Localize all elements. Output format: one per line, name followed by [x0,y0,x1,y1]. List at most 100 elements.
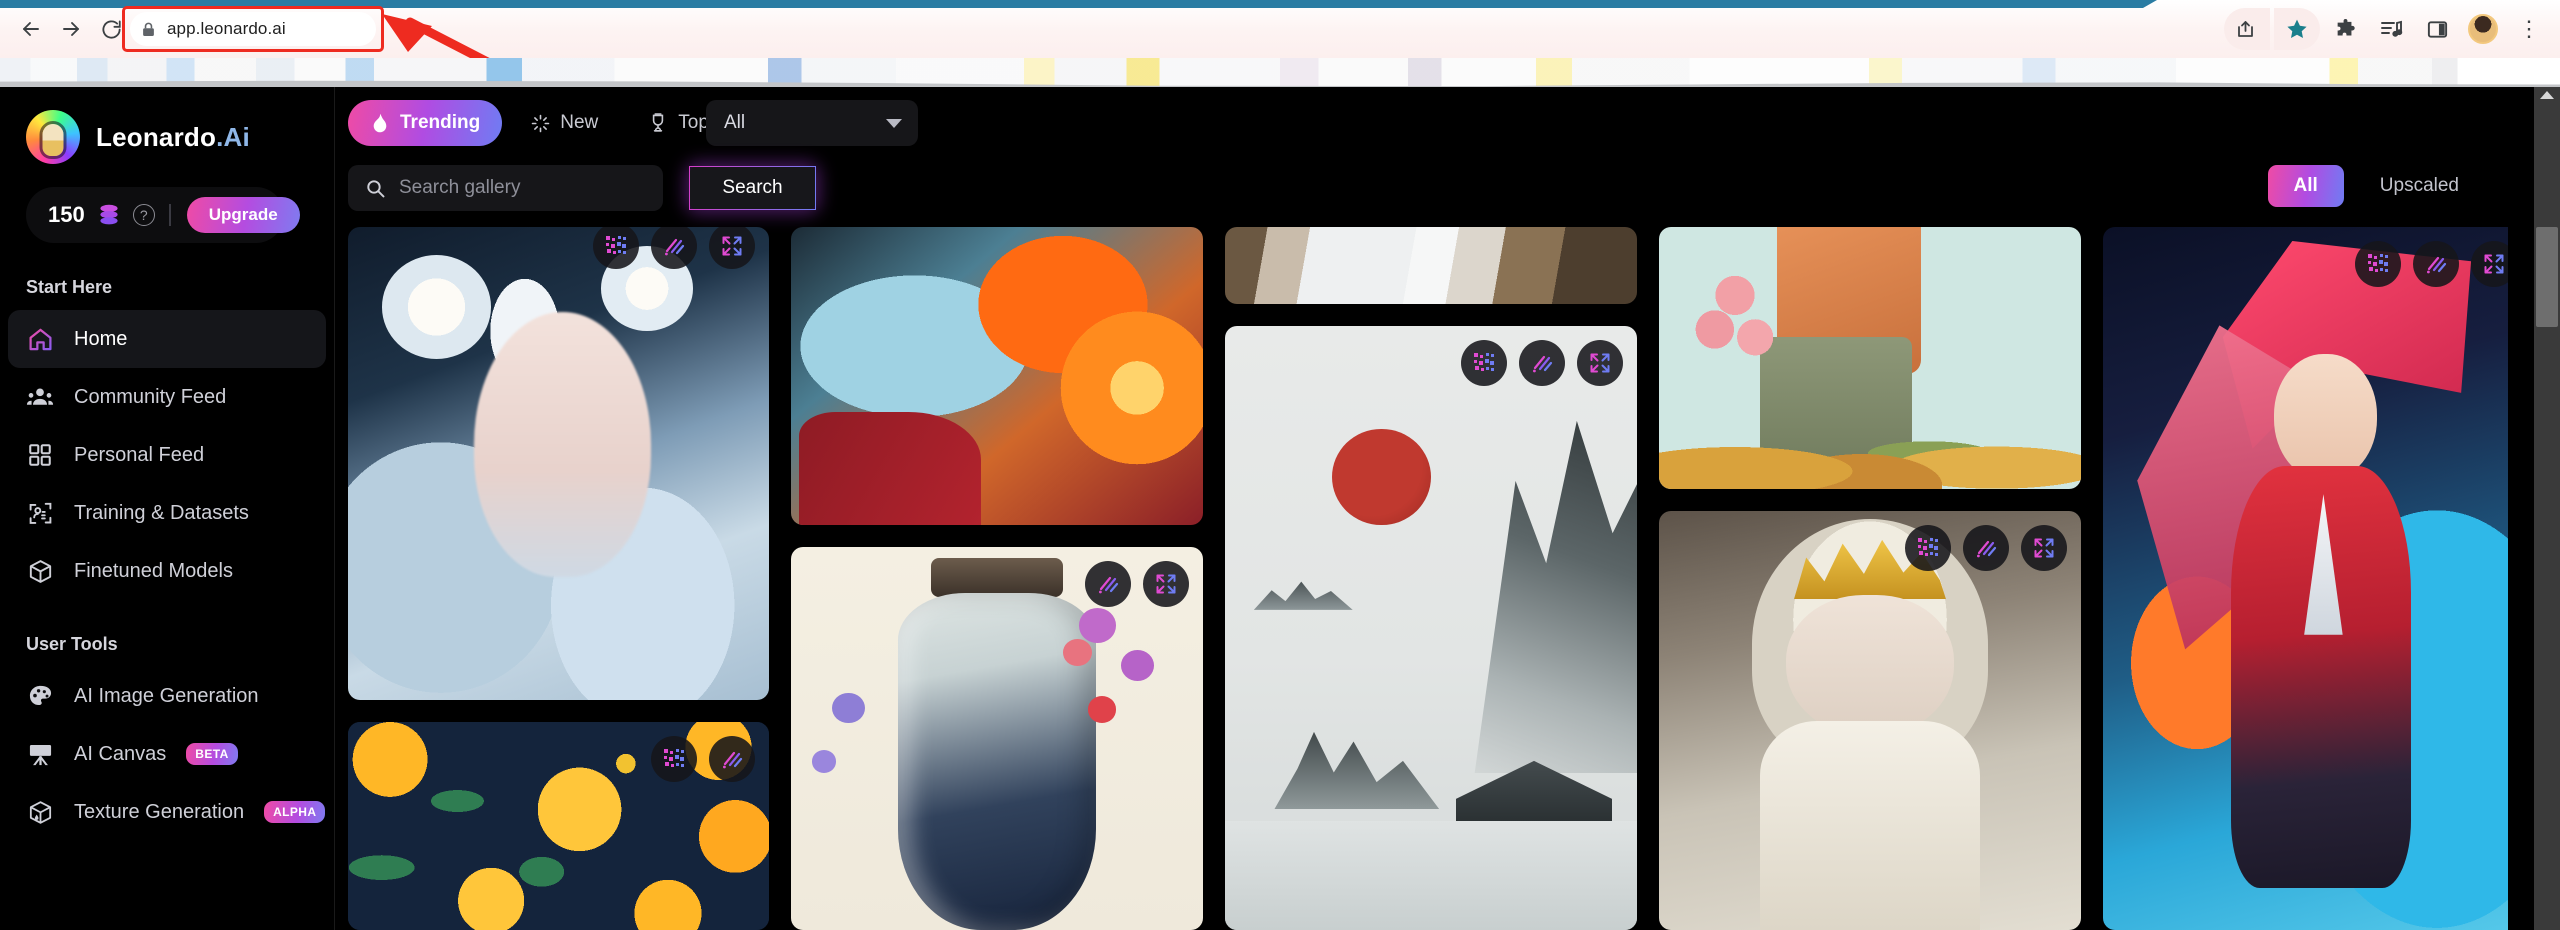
gallery-card-bearded-wizard-portrait[interactable] [791,227,1203,525]
variation-button[interactable] [709,736,755,782]
remix-button[interactable] [593,227,639,269]
gallery-card-floral-potion-bottle[interactable] [791,547,1203,930]
grid-icon [26,441,54,469]
sidebar-item-personal-feed[interactable]: Personal Feed [8,426,326,484]
side-panel-icon [2427,20,2447,38]
gallery-card-anime-hiker-illustration[interactable] [1659,227,2081,489]
diagonal-lines-icon [665,238,685,256]
reload-icon [101,20,121,39]
tab-label: Top [678,112,709,133]
sidebar-section-user-tools: User Tools [26,634,118,654]
search-input[interactable] [399,177,629,199]
avatar-icon [2468,14,2498,44]
pixel-grid-icon [2368,254,2388,272]
fullscreen-button[interactable] [2471,241,2508,287]
trophy-icon [648,113,668,133]
chevron-down-icon [886,118,902,128]
fullscreen-button[interactable] [1577,340,1623,386]
diagonal-lines-icon [1977,540,1997,558]
sidebar-item-label: Training & Datasets [74,501,249,524]
sidebar-section-start-here: Start Here [26,277,113,297]
leonardo-app: Leonardo.Ai 150 ? Upgrade Start Here Hom… [0,87,2560,930]
brand-logo-link[interactable]: Leonardo.Ai [0,105,334,169]
sidebar-item-finetuned-models[interactable]: Finetuned Models [8,542,326,600]
gallery-card-red-haired-anime-pilot[interactable] [2103,227,2508,930]
remix-button[interactable] [1461,340,1507,386]
gallery-filter-tabs: Trending New Top [348,100,731,146]
view-toggle-upscaled[interactable]: Upscaled [2354,165,2485,207]
forward-arrow-icon [63,22,79,36]
gallery-card-ink-wash-mountain-landscape[interactable] [1225,326,1637,930]
sidebar-item-ai-image-generation[interactable]: AI Image Generation [8,667,326,725]
star-icon [2287,19,2307,38]
tab-trending[interactable]: Trending [348,100,503,146]
view-toggle-all[interactable]: All [2267,165,2344,207]
pixel-grid-icon [606,236,626,254]
card-actions [651,736,755,782]
variation-button[interactable] [1519,340,1565,386]
scrollbar-up-arrow[interactable] [2540,91,2554,99]
variation-button[interactable] [2413,241,2459,287]
sidebar-item-texture-generation[interactable]: Texture Generation ALPHA [8,783,326,841]
tab-label: Trending [400,112,481,133]
three-dot-menu-icon: ⋮ [2518,16,2540,41]
sidebar-item-ai-canvas[interactable]: AI Canvas BETA [8,725,326,783]
extensions-button[interactable] [2324,8,2366,50]
gallery-card-ice-queen-portrait[interactable] [348,227,769,700]
share-icon [2238,21,2253,37]
pixel-grid-icon [664,749,684,767]
sidebar-item-training-datasets[interactable]: Training & Datasets [8,484,326,542]
variation-button[interactable] [651,227,697,269]
back-button[interactable] [14,12,48,46]
gallery-card-citrus-pattern[interactable] [348,722,769,930]
browser-menu-button[interactable]: ⋮ [2508,8,2550,50]
media-button[interactable] [2370,8,2412,50]
texture-cube-icon [26,798,54,826]
scrollbar-thumb[interactable] [2536,227,2558,327]
sparkle-icon [530,113,550,133]
palette-icon [26,682,54,710]
share-button[interactable] [2224,8,2270,50]
category-select-value: All [724,112,746,133]
forward-button[interactable] [54,12,88,46]
fullscreen-button[interactable] [1143,561,1189,607]
card-actions [1461,340,1623,386]
sidebar-item-label: Community Feed [74,385,227,408]
remix-button[interactable] [2355,241,2401,287]
brand-name: Leonardo.Ai [96,121,250,152]
page-scrollbar[interactable] [2534,87,2560,930]
back-arrow-icon [23,22,39,36]
variation-button[interactable] [1963,525,2009,571]
sidebar-item-community-feed[interactable]: Community Feed [8,368,326,426]
bookmark-button[interactable] [2274,8,2320,50]
playlist-music-icon [2381,20,2403,37]
coin-stack-icon [100,204,118,225]
sidebar-item-label: Texture Generation [74,800,245,823]
fullscreen-button[interactable] [709,227,755,269]
pixel-grid-icon [1918,538,1938,556]
upgrade-button[interactable]: Upgrade [186,197,300,233]
sidebar-item-home[interactable]: Home [8,310,326,368]
search-row: Search [348,165,816,211]
card-actions [1905,525,2067,571]
badge-alpha: ALPHA [264,801,326,823]
category-select[interactable]: All [706,100,918,146]
gallery-card-white-shirt-closeup[interactable] [1225,227,1637,304]
side-panel-button[interactable] [2416,8,2458,50]
help-circle-icon[interactable]: ? [132,204,155,226]
pixel-grid-icon [1474,353,1494,371]
variation-button[interactable] [1085,561,1131,607]
search-button[interactable]: Search [689,166,816,210]
expand-arrows-icon [722,236,742,256]
fullscreen-button[interactable] [2021,525,2067,571]
remix-button[interactable] [1905,525,1951,571]
search-field[interactable] [348,165,663,211]
profile-button[interactable] [2462,8,2504,50]
gallery-column [1225,227,1637,930]
gallery-card-golden-crown-sorceress[interactable] [1659,511,2081,930]
tab-new[interactable]: New [508,100,620,146]
expand-arrows-icon [1590,353,1610,373]
diagonal-lines-icon [723,751,743,769]
remix-button[interactable] [651,736,697,782]
diagonal-lines-icon [1533,355,1553,373]
